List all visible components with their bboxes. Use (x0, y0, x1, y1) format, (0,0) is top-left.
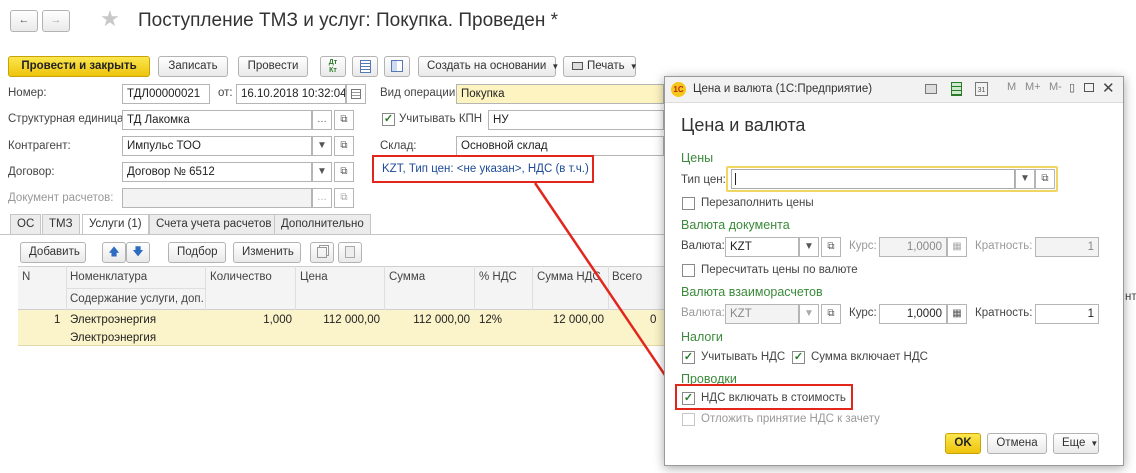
memory-plus-icon[interactable]: M+ (1025, 81, 1041, 93)
settle-currency-open-button[interactable]: ⧉ (821, 304, 841, 324)
recalc-prices-label: Пересчитать цены по валюте (701, 264, 858, 276)
settle-multiplicity-label: Кратность: (975, 307, 1033, 319)
currency-dropdown-button[interactable]: ▼ (799, 237, 819, 257)
cancel-button[interactable]: Отмена (987, 433, 1047, 454)
memory-m-icon[interactable]: M (1007, 81, 1016, 93)
memory-minus-icon[interactable]: M- (1049, 81, 1062, 93)
price-type-field[interactable] (731, 169, 1015, 189)
more-label: Еще (1062, 437, 1086, 449)
price-type-label: Тип цен: (681, 174, 726, 186)
more-button[interactable]: Еще ▼ (1053, 433, 1099, 454)
calculator-icon[interactable] (951, 82, 962, 96)
section-taxes: Налоги (681, 330, 723, 344)
minimize-icon[interactable]: ▯ (1069, 81, 1075, 94)
settle-currency-field[interactable]: KZT (725, 304, 799, 324)
rate-label: Курс: (849, 240, 877, 252)
dialog-heading: Цена и валюта (681, 115, 806, 135)
section-prices: Цены (681, 151, 714, 165)
multiplicity-label: Кратность: (975, 240, 1033, 252)
price-currency-dialog: 1С Цена и валюта (1С:Предприятие) 31 M M… (664, 76, 1124, 466)
rate-field[interactable]: 1,0000 (879, 237, 947, 257)
section-settle-currency: Валюта взаиморасчетов (681, 285, 823, 299)
sum-includes-vat-label: Сумма включает НДС (811, 351, 928, 363)
consider-vat-checkbox[interactable]: ✓ (682, 351, 695, 364)
close-icon[interactable]: ✕ (1102, 79, 1115, 97)
section-doc-currency: Валюта документа (681, 218, 790, 232)
price-type-open-button[interactable]: ⧉ (1035, 169, 1055, 189)
calendar-icon[interactable]: 31 (975, 82, 988, 96)
print-icon[interactable] (925, 84, 937, 94)
refill-prices-checkbox[interactable] (682, 197, 695, 210)
multiplicity-field[interactable]: 1 (1035, 237, 1099, 257)
refill-prices-label: Перезаполнить цены (701, 197, 814, 209)
rate-calc-button[interactable]: ▦ (947, 237, 967, 257)
ok-button[interactable]: OK (945, 433, 981, 454)
consider-vat-label: Учитывать НДС (701, 351, 786, 363)
currency-label: Валюта: (681, 240, 725, 252)
settle-rate-label: Курс: (849, 307, 877, 319)
defer-vat-label: Отложить принятие НДС к зачету (701, 413, 880, 425)
settle-multiplicity-field[interactable]: 1 (1035, 304, 1099, 324)
chevron-down-icon: ▼ (1090, 439, 1099, 448)
text-cursor (735, 173, 736, 185)
dialog-titlebar: 1С Цена и валюта (1С:Предприятие) 31 M M… (665, 77, 1123, 103)
settle-rate-calc-button[interactable]: ▦ (947, 304, 967, 324)
price-type-dropdown-button[interactable]: ▼ (1015, 169, 1035, 189)
defer-vat-checkbox[interactable] (682, 413, 695, 426)
1c-logo-icon: 1С (671, 82, 686, 97)
maximize-icon[interactable] (1084, 83, 1094, 92)
currency-field[interactable]: KZT (725, 237, 799, 257)
settle-rate-field[interactable]: 1,0000 (879, 304, 947, 324)
sum-includes-vat-checkbox[interactable]: ✓ (792, 351, 805, 364)
currency-open-button[interactable]: ⧉ (821, 237, 841, 257)
vat-in-cost-highlight (675, 384, 853, 410)
settle-currency-dropdown-button[interactable]: ▼ (799, 304, 819, 324)
recalc-prices-checkbox[interactable] (682, 264, 695, 277)
dialog-window-title: Цена и валюта (1С:Предприятие) (693, 83, 873, 95)
settle-currency-label: Валюта: (681, 307, 725, 319)
